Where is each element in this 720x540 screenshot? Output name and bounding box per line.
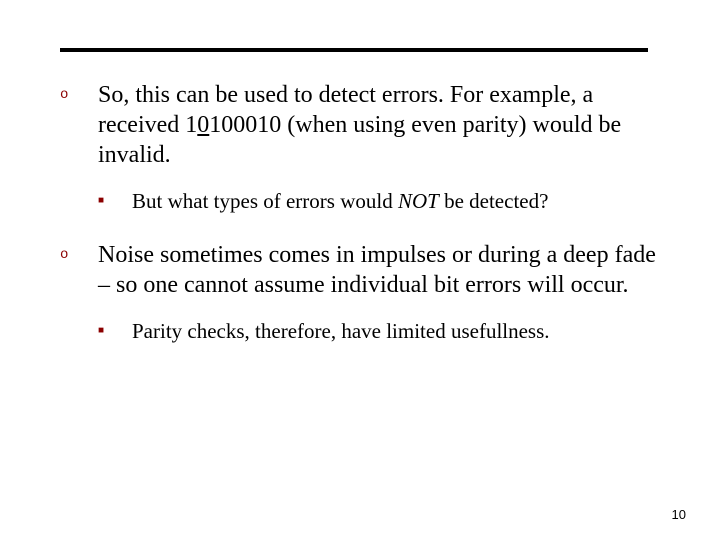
underlined-digit: 0 (197, 112, 209, 138)
list-item: o Noise sometimes comes in impulses or d… (60, 240, 660, 300)
text-fragment: But what types of errors would (132, 189, 398, 213)
sub-list-item-text: Parity checks, therefore, have limited u… (132, 318, 660, 344)
list-item-text: So, this can be used to detect errors. F… (98, 80, 660, 170)
list-item: o So, this can be used to detect errors.… (60, 80, 660, 170)
list-item-text: Noise sometimes comes in impulses or dur… (98, 240, 660, 300)
sub-list-item: ■ But what types of errors would NOT be … (98, 188, 660, 214)
filled-square-bullet-icon: ■ (98, 188, 132, 214)
sub-list-item-text: But what types of errors would NOT be de… (132, 188, 660, 214)
text-fragment: be detected? (439, 189, 549, 213)
horizontal-rule (60, 48, 648, 52)
sub-list-item: ■ Parity checks, therefore, have limited… (98, 318, 660, 344)
slide-body: o So, this can be used to detect errors.… (60, 80, 660, 371)
filled-square-bullet-icon: ■ (98, 318, 132, 344)
open-square-bullet-icon: o (60, 80, 98, 170)
page-number: 10 (672, 507, 686, 522)
emphasized-text: NOT (398, 189, 439, 213)
open-square-bullet-icon: o (60, 240, 98, 300)
